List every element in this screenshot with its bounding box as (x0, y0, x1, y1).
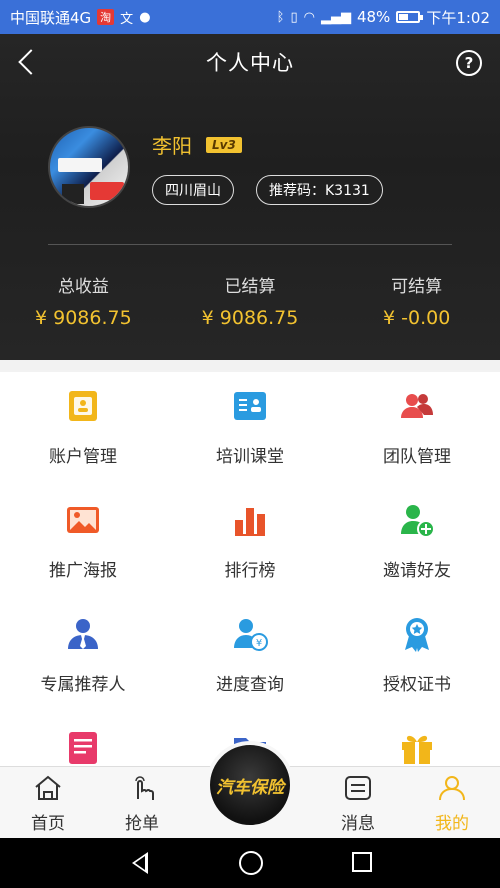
referrer-icon (65, 616, 101, 652)
grid-item-team[interactable]: 团队管理 (334, 388, 500, 467)
stat-settled[interactable]: 已结算 ¥ 9086.75 (167, 272, 334, 329)
tab-me[interactable]: 我的 (412, 775, 492, 834)
logo-text: 汽车保险 (216, 777, 284, 798)
avatar[interactable] (48, 126, 130, 208)
grid-item-progress[interactable]: ¥ 进度查询 (167, 616, 333, 695)
clock: 下午1:02 (426, 8, 490, 27)
stat-settleable[interactable]: 可结算 ¥ -0.00 (333, 272, 500, 329)
grid-item-label: 排行榜 (224, 561, 276, 581)
grid-item-label: 专属推荐人 (40, 675, 126, 695)
stat-label: 总收益 (57, 277, 109, 297)
carrier-label: 中国联通4G (10, 8, 92, 27)
training-icon (232, 388, 268, 424)
poster-icon (65, 502, 101, 538)
function-grid: 账户管理 培训课堂 团队管理 推广海报 排行榜 邀请好友 专属推荐人 ¥ 进度查… (0, 372, 500, 766)
grid-item-gift[interactable] (334, 730, 500, 766)
grid-item-label: 进度查询 (216, 675, 284, 695)
grid-item-account[interactable]: 账户管理 (0, 388, 166, 467)
profile-icon (439, 776, 465, 801)
grid-item-label: 授权证书 (383, 675, 451, 695)
stat-label: 可结算 (391, 277, 443, 297)
stat-value: ¥ 9086.75 (201, 307, 299, 329)
nav-bar: 个人中心 ? (0, 34, 500, 90)
team-icon (399, 388, 435, 424)
svg-text:¥: ¥ (256, 638, 262, 649)
battery-icon (396, 11, 424, 23)
profile-header: 个人中心 ? 李阳 Lv3 四川眉山 推荐码：K3131 总收益 ¥ 9086.… (0, 34, 500, 360)
grid-item-certificate[interactable]: 授权证书 (334, 616, 500, 695)
grid-item-label: 团队管理 (383, 447, 451, 467)
profile-card: 李阳 Lv3 四川眉山 推荐码：K3131 (48, 126, 383, 208)
grid-item-ranking[interactable]: 排行榜 (167, 502, 333, 581)
level-badge: Lv3 (206, 136, 242, 153)
bluetooth-icon: ᛒ (276, 9, 285, 25)
status-bar: 中国联通4G 淘 文 ● ᛒ ▯ ◠ ▂▄▆ 48% 下午1:02 (0, 0, 500, 34)
message-icon (345, 776, 371, 800)
stat-label: 已结算 (224, 277, 276, 297)
center-logo-button[interactable]: 汽车保险 (206, 741, 294, 829)
battery-percent: 48% (356, 8, 391, 26)
taobao-notification-icon: 淘 (97, 9, 115, 25)
system-home-icon[interactable] (239, 851, 263, 875)
wifi-icon: ◠ (303, 9, 315, 25)
chat-notification-icon: ● (139, 9, 151, 25)
location-tag: 四川眉山 (152, 175, 234, 205)
grid-item-label: 推广海报 (49, 561, 117, 581)
user-name: 李阳 (152, 134, 192, 158)
back-button[interactable] (14, 46, 42, 78)
certificate-icon (399, 616, 435, 652)
system-back-icon[interactable] (132, 852, 148, 874)
referral-code-tag: 推荐码：K3131 (256, 175, 383, 205)
stat-total-earnings[interactable]: 总收益 ¥ 9086.75 (0, 272, 167, 329)
notification-icon: 文 (120, 11, 134, 27)
grid-item-referrer[interactable]: 专属推荐人 (0, 616, 166, 695)
gift-icon (399, 730, 435, 766)
bottom-tab-bar: 首页 抢单 汽车保险 消息 我的 (0, 741, 500, 838)
account-icon (65, 388, 101, 424)
grid-item-document[interactable] (0, 730, 166, 766)
page-title: 个人中心 (206, 51, 294, 75)
tab-home[interactable]: 首页 (8, 775, 88, 834)
stat-value: ¥ -0.00 (383, 307, 451, 329)
invite-icon (399, 502, 435, 538)
divider (48, 244, 452, 245)
signal-icon: ▂▄▆ (320, 9, 351, 25)
tab-label: 我的 (435, 814, 469, 834)
home-icon (35, 775, 61, 800)
grid-item-training[interactable]: 培训课堂 (167, 388, 333, 467)
tab-label: 首页 (31, 814, 65, 834)
ranking-icon (232, 502, 268, 538)
progress-icon: ¥ (232, 616, 268, 652)
tab-label: 消息 (341, 814, 375, 834)
grid-item-poster[interactable]: 推广海报 (0, 502, 166, 581)
grid-item-invite[interactable]: 邀请好友 (334, 502, 500, 581)
earnings-stats: 总收益 ¥ 9086.75 已结算 ¥ 9086.75 可结算 ¥ -0.00 (0, 272, 500, 329)
help-button[interactable]: ? (456, 50, 482, 76)
grid-item-label: 培训课堂 (216, 447, 284, 467)
grab-order-icon (135, 776, 154, 800)
system-nav-bar (0, 838, 500, 888)
tab-messages[interactable]: 消息 (318, 775, 398, 834)
document-icon (65, 730, 101, 766)
system-recents-icon[interactable] (352, 852, 372, 872)
tab-grab-order[interactable]: 抢单 (102, 775, 182, 834)
grid-item-label: 账户管理 (49, 447, 117, 467)
stat-value: ¥ 9086.75 (34, 307, 132, 329)
grid-item-label: 邀请好友 (383, 561, 451, 581)
vibrate-icon: ▯ (290, 9, 298, 25)
tab-label: 抢单 (125, 814, 159, 834)
